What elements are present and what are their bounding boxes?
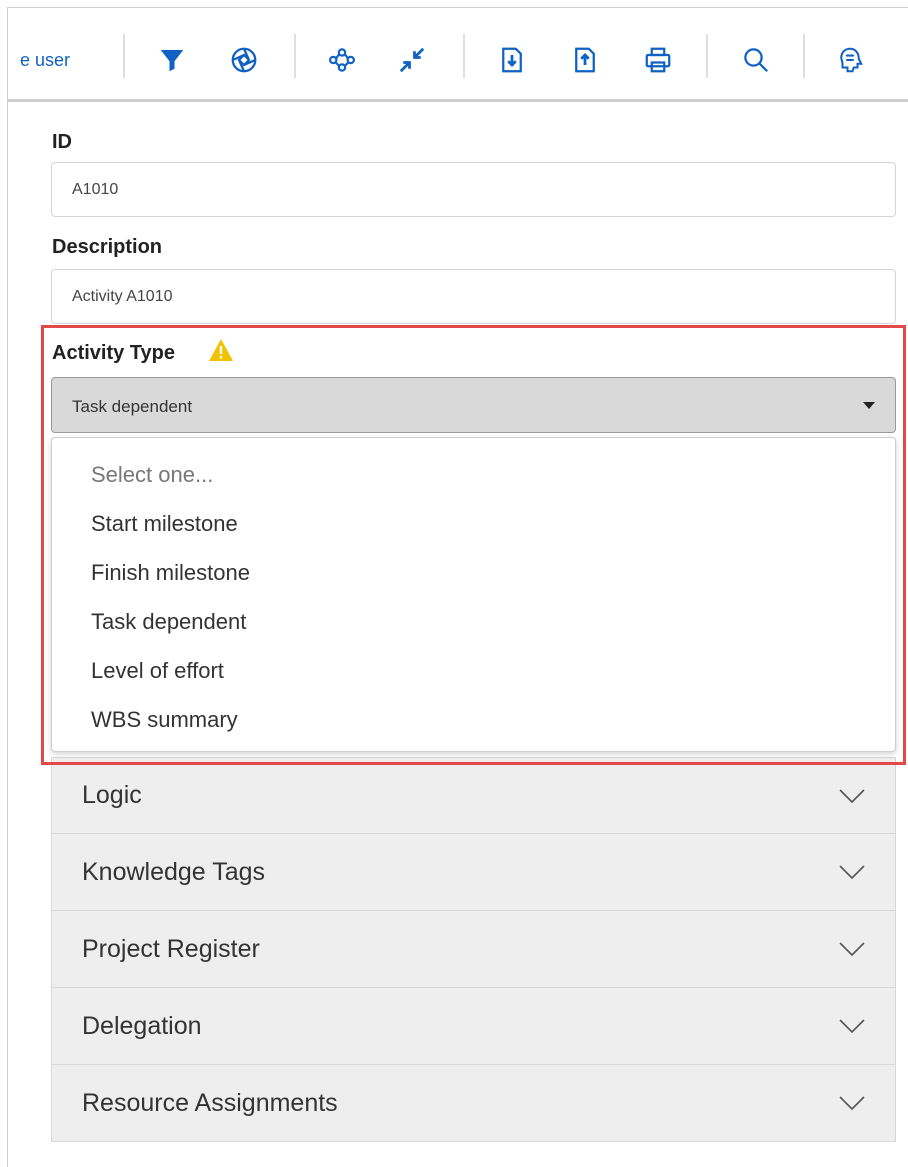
print-icon[interactable] <box>642 44 674 76</box>
section-logic[interactable]: Logic <box>51 757 896 834</box>
network-icon[interactable] <box>326 44 358 76</box>
warning-icon <box>209 339 233 361</box>
dropdown-option-level-of-effort[interactable]: Level of effort <box>52 646 895 695</box>
description-label: Description <box>52 236 163 258</box>
section-project-register[interactable]: Project Register <box>51 911 896 988</box>
caret-down-icon <box>863 402 875 409</box>
import-icon[interactable] <box>496 44 528 76</box>
user-label[interactable]: e user <box>20 50 70 71</box>
aperture-icon[interactable] <box>228 44 260 76</box>
toolbar-separator <box>123 34 125 78</box>
activity-type-select[interactable]: Task dependent <box>51 377 896 433</box>
dropdown-option-task-dependent[interactable]: Task dependent <box>52 597 895 646</box>
activity-type-dropdown: Select one... Start milestone Finish mil… <box>51 437 896 752</box>
section-resource-assignments[interactable]: Resource Assignments <box>51 1065 896 1142</box>
toolbar-separator <box>463 34 465 78</box>
description-field[interactable]: Activity A1010 <box>51 269 896 324</box>
section-accordion: Logic Knowledge Tags Project Register De… <box>51 757 896 1142</box>
toolbar: e user <box>8 12 908 102</box>
chevron-down-icon <box>839 1096 865 1111</box>
chevron-down-icon <box>839 1019 865 1034</box>
dropdown-option-start-milestone[interactable]: Start milestone <box>52 499 895 548</box>
filter-icon[interactable] <box>156 44 188 76</box>
activity-type-label: Activity Type <box>52 342 175 364</box>
export-icon[interactable] <box>569 44 601 76</box>
dropdown-option-finish-milestone[interactable]: Finish milestone <box>52 548 895 597</box>
id-field[interactable]: A1010 <box>51 162 896 217</box>
dropdown-option-select-one[interactable]: Select one... <box>52 450 895 499</box>
chevron-down-icon <box>839 942 865 957</box>
section-title: Logic <box>82 781 142 809</box>
section-title: Resource Assignments <box>82 1088 338 1117</box>
collapse-icon[interactable] <box>396 44 428 76</box>
activity-type-selected-value: Task dependent <box>72 397 193 416</box>
toolbar-separator <box>294 34 296 78</box>
id-label: ID <box>52 131 72 153</box>
toolbar-separator <box>706 34 708 78</box>
search-icon[interactable] <box>740 44 772 76</box>
section-title: Project Register <box>82 934 260 963</box>
brain-icon[interactable] <box>834 44 866 76</box>
dropdown-option-wbs-summary[interactable]: WBS summary <box>52 695 895 744</box>
toolbar-separator <box>803 34 805 78</box>
section-title: Delegation <box>82 1011 202 1040</box>
chevron-down-icon <box>839 788 865 803</box>
section-delegation[interactable]: Delegation <box>51 988 896 1065</box>
section-knowledge-tags[interactable]: Knowledge Tags <box>51 834 896 911</box>
chevron-down-icon <box>839 865 865 880</box>
section-title: Knowledge Tags <box>82 857 266 886</box>
